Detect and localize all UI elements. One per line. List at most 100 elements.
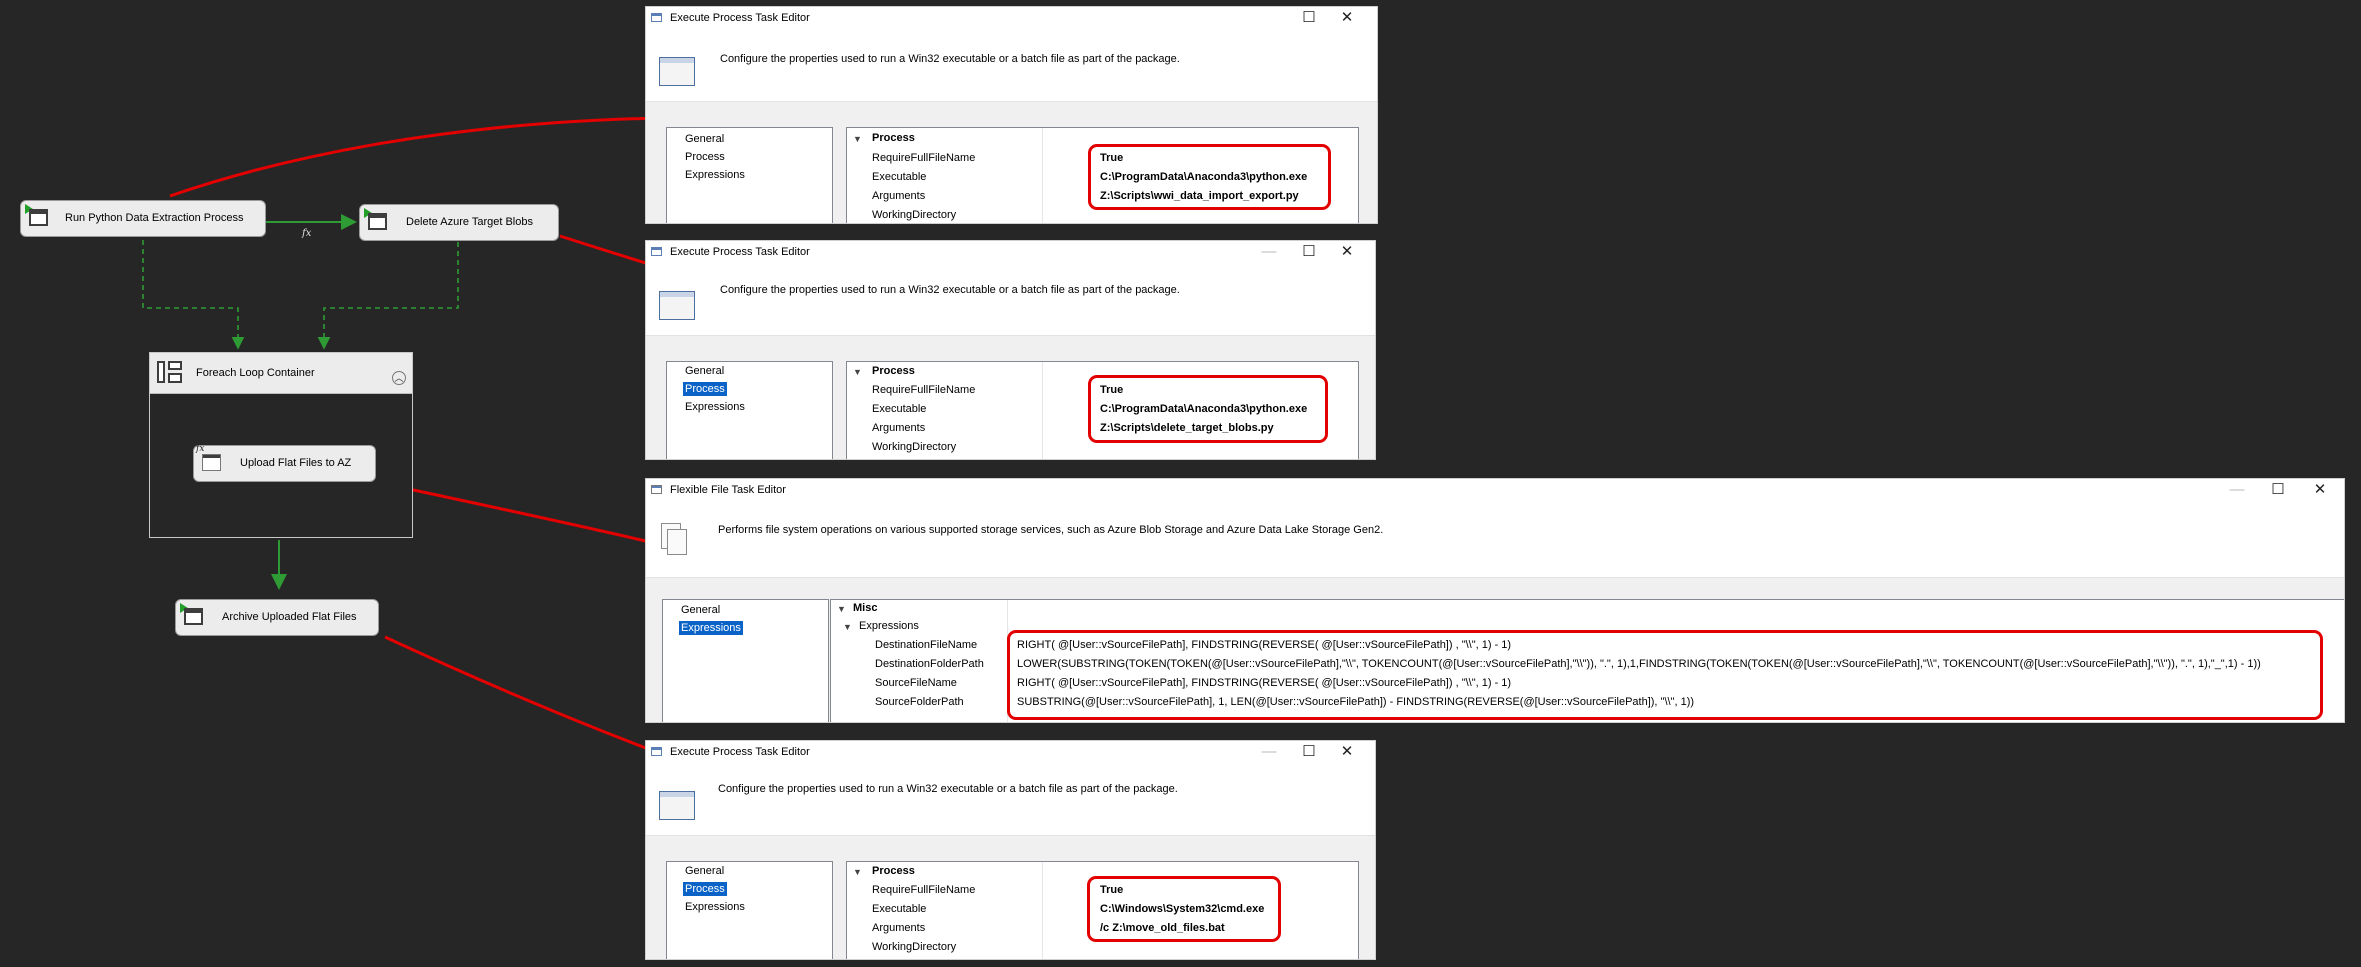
nav-item-general[interactable]: General	[683, 864, 726, 878]
window-icon	[651, 247, 662, 256]
dialog-title: Execute Process Task Editor	[670, 12, 810, 24]
document-icon	[651, 485, 662, 494]
execute-process-task-icon	[29, 209, 48, 226]
prop-name: RequireFullFileName	[872, 152, 976, 164]
grid-divider	[1042, 128, 1043, 223]
window-icon	[651, 13, 662, 22]
nav-item-process[interactable]: Process	[683, 150, 727, 164]
title-bar: Flexible File Task Editor — ☐ ✕	[646, 479, 2344, 501]
dialog-title: Execute Process Task Editor	[670, 246, 810, 258]
nav-item-general[interactable]: General	[683, 364, 726, 378]
prop-name: Arguments	[872, 922, 926, 934]
dialog-title: Flexible File Task Editor	[670, 484, 786, 496]
container-header: Foreach Loop Container ︿	[150, 353, 412, 394]
dialog-description: Configure the properties used to run a W…	[720, 284, 1180, 296]
dialog-title: Execute Process Task Editor	[670, 746, 810, 758]
collapse-chevron-up-icon[interactable]: ︿	[392, 371, 406, 385]
dialog-header-icon	[659, 791, 695, 820]
documents-icon	[661, 523, 687, 555]
task-label: Upload Flat Files to AZ	[240, 457, 352, 469]
category-expressions: Expressions	[859, 620, 919, 632]
category-process: Process	[872, 365, 915, 377]
nav-item-general[interactable]: General	[679, 603, 722, 617]
minimize-button[interactable]: —	[1258, 743, 1280, 761]
dialog-header-icon	[659, 291, 695, 320]
category-process: Process	[872, 132, 915, 144]
prop-name: Executable	[872, 171, 927, 183]
nav-item-expressions[interactable]: Expressions	[679, 621, 743, 635]
expression-fx-icon: fx	[302, 228, 312, 239]
precedence-line-run-to-foreach	[142, 240, 245, 350]
prop-name: WorkingDirectory	[872, 209, 957, 221]
precedence-line-delete-to-foreach	[317, 242, 459, 350]
minimize-button[interactable]: —	[2226, 481, 2248, 499]
task-delete-azure-blobs[interactable]: Delete Azure Target Blobs	[359, 204, 559, 241]
maximize-button[interactable]: ☐	[2267, 481, 2289, 499]
task-label: Archive Uploaded Flat Files	[222, 611, 357, 623]
prop-name: WorkingDirectory	[872, 441, 957, 453]
title-bar: Execute Process Task Editor — ☐ ✕	[646, 741, 1375, 763]
category-process: Process	[872, 865, 915, 877]
title-bar: Execute Process Task Editor ☐ ✕	[646, 7, 1377, 29]
foreach-loop-container[interactable]: Foreach Loop Container ︿ fx Upload Flat …	[149, 352, 413, 538]
prop-name: Executable	[872, 903, 927, 915]
close-button[interactable]: ✕	[1336, 9, 1358, 27]
highlight-box-3	[1007, 630, 2323, 720]
task-archive-uploaded-files[interactable]: Archive Uploaded Flat Files	[175, 599, 379, 636]
maximize-button[interactable]: ☐	[1298, 9, 1320, 27]
prop-name: SourceFileName	[875, 677, 957, 689]
prop-name: RequireFullFileName	[872, 884, 976, 896]
container-label: Foreach Loop Container	[196, 367, 315, 379]
prop-name: DestinationFileName	[875, 639, 978, 651]
maximize-button[interactable]: ☐	[1298, 243, 1320, 261]
highlight-box-2	[1088, 375, 1328, 443]
expression-fx-icon: fx	[196, 444, 205, 454]
category-misc: Misc	[853, 602, 878, 614]
dialog-description: Performs file system operations on vario…	[718, 524, 1384, 536]
close-button[interactable]: ✕	[1336, 743, 1358, 761]
nav-pane: General Process Expressions	[666, 127, 833, 223]
prop-name: RequireFullFileName	[872, 384, 976, 396]
chevron-down-icon[interactable]: ▼	[853, 134, 862, 144]
close-button[interactable]: ✕	[1336, 243, 1358, 261]
minimize-button[interactable]: —	[1258, 243, 1280, 261]
foreach-loop-icon	[157, 361, 182, 383]
chevron-down-icon[interactable]: ▼	[853, 867, 862, 877]
task-label: Run Python Data Extraction Process	[65, 212, 244, 224]
highlight-box-4	[1087, 876, 1281, 942]
flexible-file-task-icon	[202, 454, 221, 471]
task-label: Delete Azure Target Blobs	[406, 216, 533, 228]
nav-item-expressions[interactable]: Expressions	[683, 400, 747, 414]
maximize-button[interactable]: ☐	[1298, 743, 1320, 761]
grid-divider	[1042, 862, 1043, 959]
nav-item-process[interactable]: Process	[683, 382, 727, 396]
nav-pane: General Expressions	[662, 599, 829, 722]
prop-name: WorkingDirectory	[872, 941, 957, 953]
dialog-header-icon	[659, 57, 695, 86]
dialog-description: Configure the properties used to run a W…	[718, 783, 1178, 795]
execute-process-task-icon	[184, 608, 203, 625]
nav-pane: General Process Expressions	[666, 861, 833, 959]
window-icon	[651, 747, 662, 756]
nav-item-process[interactable]: Process	[683, 882, 727, 896]
nav-item-general[interactable]: General	[683, 132, 726, 146]
prop-name: DestinationFolderPath	[875, 658, 984, 670]
grid-divider	[1042, 362, 1043, 459]
task-run-python-extraction[interactable]: Run Python Data Extraction Process	[20, 200, 266, 237]
task-upload-flat-files[interactable]: fx Upload Flat Files to AZ	[193, 444, 376, 482]
prop-name: Executable	[872, 403, 927, 415]
prop-name: Arguments	[872, 422, 926, 434]
nav-pane: General Process Expressions	[666, 361, 833, 459]
prop-name: SourceFolderPath	[875, 696, 964, 708]
chevron-down-icon[interactable]: ▼	[843, 622, 852, 632]
dialog-description: Configure the properties used to run a W…	[720, 53, 1180, 65]
chevron-down-icon[interactable]: ▼	[837, 604, 846, 614]
close-button[interactable]: ✕	[2309, 481, 2331, 499]
chevron-down-icon[interactable]: ▼	[853, 367, 862, 377]
prop-name: Arguments	[872, 190, 926, 202]
title-bar: Execute Process Task Editor — ☐ ✕	[646, 241, 1375, 263]
highlight-box-1	[1088, 144, 1331, 210]
execute-process-task-icon	[368, 213, 387, 230]
nav-item-expressions[interactable]: Expressions	[683, 900, 747, 914]
nav-item-expressions[interactable]: Expressions	[683, 168, 747, 182]
